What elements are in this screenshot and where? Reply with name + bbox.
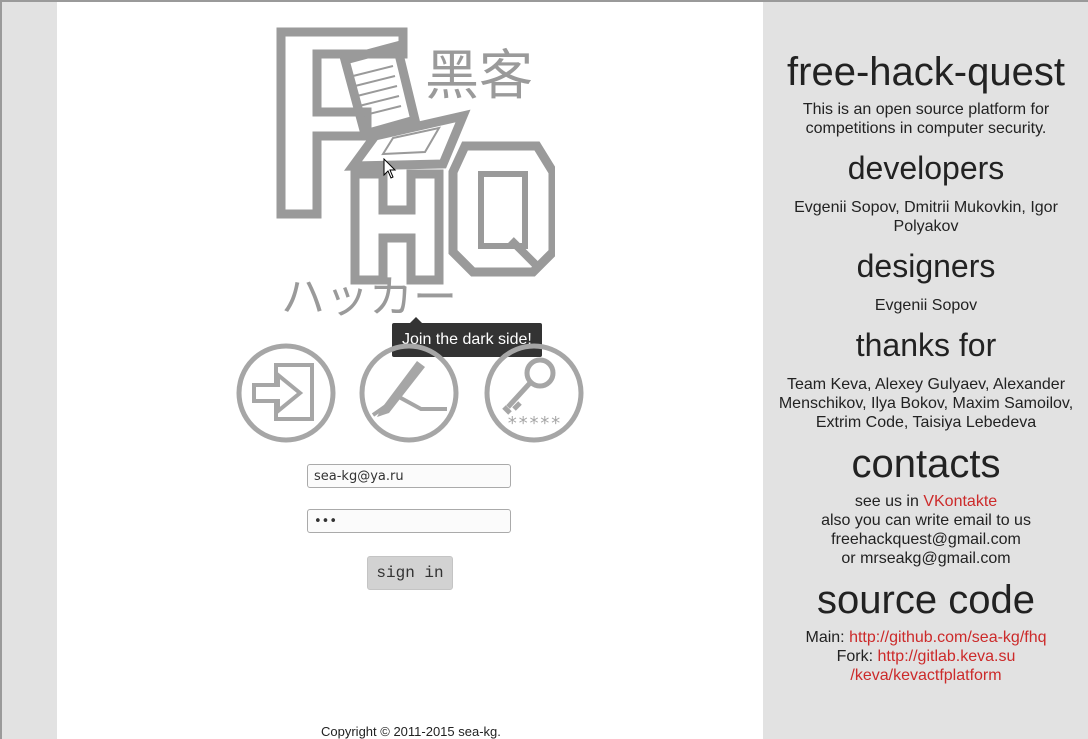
main-panel: 黑客 ハッカー Join the dark side! ***** sign i… [57, 2, 763, 739]
source-main-line: Main: http://github.com/sea-kg/fhq [764, 628, 1088, 647]
source-fork-line: Fork: http://gitlab.keva.su [764, 647, 1088, 666]
logo-katakana-text: ハッカー [281, 272, 457, 316]
source-code-heading: source code [817, 578, 1035, 622]
mouse-cursor-icon [383, 158, 397, 179]
contacts-line-4: or mrseakg@gmail.com [764, 549, 1088, 568]
sidebar-title: free-hack-quest [787, 50, 1065, 94]
gitlab-link-part-1[interactable]: http://gitlab.keva.su [878, 648, 1016, 665]
key-icon: ***** [484, 343, 584, 443]
contacts-email-2: mrseakg@gmail.com [860, 550, 1011, 567]
developers-text: Evgenii Sopov, Dmitrii Mukovkin, Igor Po… [794, 199, 1058, 235]
contacts-see-label: see us in [854, 493, 919, 510]
restore-password-button[interactable]: ***** [484, 343, 584, 443]
contacts-email-1: freehackquest@gmail.com [831, 531, 1021, 548]
intro-text: This is an open source platform for comp… [802, 101, 1050, 137]
sign-in-button[interactable]: sign in [367, 556, 453, 590]
info-sidebar: free-hack-quest This is an open source p… [764, 2, 1088, 739]
vkontakte-link[interactable]: VKontakte [923, 493, 997, 510]
source-fork-label: Fork: [836, 648, 874, 665]
fhq-logo: 黑客 ハッカー [276, 27, 555, 316]
source-main-label: Main: [805, 629, 845, 646]
password-field[interactable] [307, 509, 511, 533]
logo-kanji: 黑客 [425, 44, 533, 107]
register-icon [359, 343, 459, 443]
designers-heading: designers [856, 248, 996, 284]
thanks-heading: thanks for [855, 327, 997, 363]
developers-heading: developers [847, 150, 1005, 186]
password-mask-text: ***** [507, 413, 561, 434]
contacts-email-line: also you can write email to us [821, 512, 1031, 529]
register-button[interactable] [359, 343, 459, 443]
gitlab-link-part-2[interactable]: /keva/kevactfplatform [850, 667, 1001, 684]
login-icon [236, 343, 336, 443]
source-fork-line-2: /keva/kevactfplatform [764, 666, 1088, 685]
email-field[interactable] [307, 464, 511, 488]
login-button[interactable] [236, 343, 336, 443]
github-link[interactable]: http://github.com/sea-kg/fhq [849, 629, 1046, 646]
contacts-heading: contacts [851, 442, 1001, 486]
window-frame-left [0, 0, 2, 739]
thanks-text: Team Keva, Alexey Gulyaev, Alexander Men… [778, 376, 1074, 431]
contacts-or-label: or [841, 550, 856, 567]
designers-text: Evgenii Sopov [874, 297, 978, 314]
contacts-line-1: see us in VKontakte [764, 492, 1088, 511]
logo-kanji-text: 黑客 [425, 44, 533, 107]
copyright: Copyright © 2011-2015 sea-kg. [321, 724, 501, 739]
